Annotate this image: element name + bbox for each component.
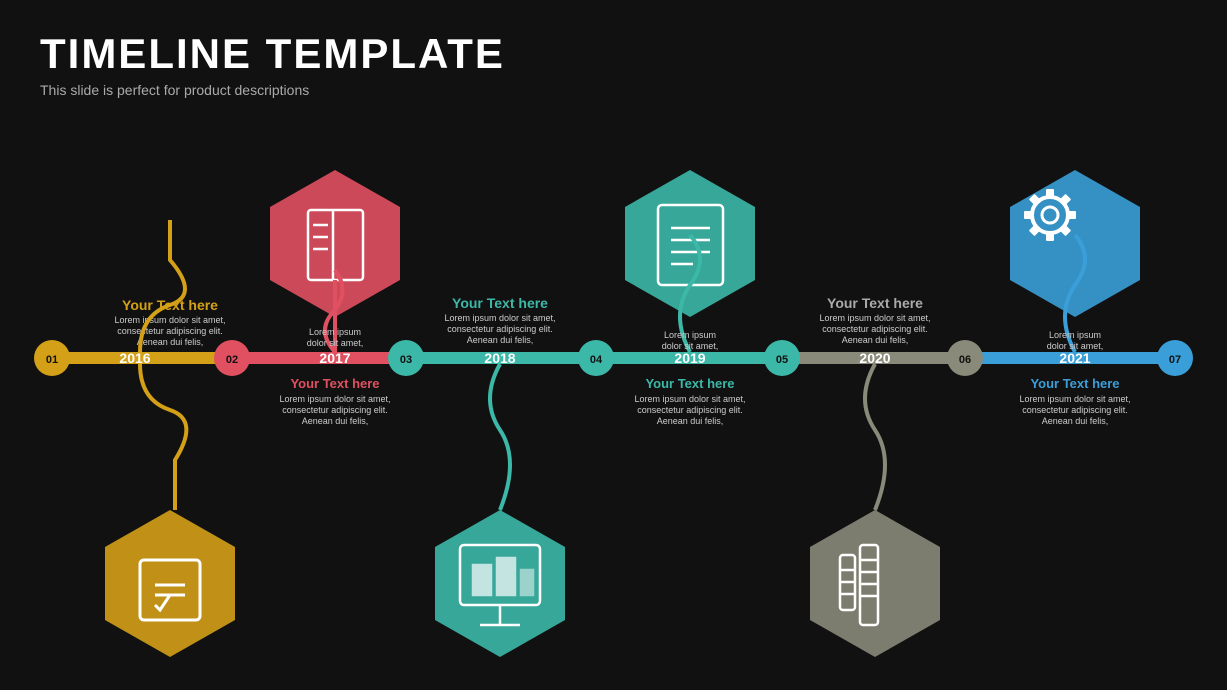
svg-text:Lorem ipsum dolor sit amet,: Lorem ipsum dolor sit amet, (819, 313, 930, 323)
timeline-svg: Your Text here Lorem ipsum dolor sit ame… (0, 140, 1227, 670)
svg-text:consectetur adipiscing elit.: consectetur adipiscing elit. (637, 405, 743, 415)
svg-text:Lorem ipsum dolor sit amet,: Lorem ipsum dolor sit amet, (444, 313, 555, 323)
svg-text:Aenean dui felis,: Aenean dui felis, (657, 416, 724, 426)
svg-text:Lorem ipsum: Lorem ipsum (664, 330, 716, 340)
svg-text:Aenean dui felis,: Aenean dui felis, (137, 337, 204, 347)
svg-text:Your Text here: Your Text here (1030, 376, 1119, 391)
svg-text:04: 04 (590, 354, 603, 366)
slide-subtitle: This slide is perfect for product descri… (40, 82, 505, 98)
svg-text:Your Text here: Your Text here (290, 376, 379, 391)
svg-text:Lorem ipsum: Lorem ipsum (1049, 330, 1101, 340)
svg-text:Lorem ipsum dolor sit amet,: Lorem ipsum dolor sit amet, (114, 315, 225, 325)
svg-text:consectetur adipiscing elit.: consectetur adipiscing elit. (117, 326, 223, 336)
svg-text:03: 03 (400, 354, 412, 366)
svg-text:01: 01 (46, 354, 58, 366)
header: TIMELINE TEMPLATE This slide is perfect … (40, 30, 505, 98)
svg-text:Your Text here: Your Text here (827, 295, 923, 311)
svg-text:Lorem ipsum: Lorem ipsum (309, 327, 361, 337)
svg-text:02: 02 (226, 354, 238, 366)
svg-text:Aenean dui felis,: Aenean dui felis, (302, 416, 369, 426)
svg-text:Aenean dui felis,: Aenean dui felis, (1042, 416, 1109, 426)
svg-text:2021: 2021 (1059, 350, 1090, 366)
slide-title: TIMELINE TEMPLATE (40, 30, 505, 78)
svg-text:consectetur adipiscing elit.: consectetur adipiscing elit. (447, 324, 553, 334)
svg-text:consectetur adipiscing elit.: consectetur adipiscing elit. (1022, 405, 1128, 415)
svg-text:2019: 2019 (674, 350, 705, 366)
svg-text:2017: 2017 (319, 350, 350, 366)
svg-text:Lorem ipsum dolor sit amet,: Lorem ipsum dolor sit amet, (634, 394, 745, 404)
svg-text:Lorem ipsum dolor sit amet,: Lorem ipsum dolor sit amet, (279, 394, 390, 404)
svg-text:consectetur adipiscing elit.: consectetur adipiscing elit. (822, 324, 928, 334)
svg-text:2016: 2016 (119, 350, 150, 366)
svg-text:Aenean dui felis,: Aenean dui felis, (842, 335, 909, 345)
svg-text:05: 05 (776, 354, 788, 366)
svg-text:07: 07 (1169, 354, 1181, 366)
slide: TIMELINE TEMPLATE This slide is perfect … (0, 0, 1227, 690)
svg-text:Lorem ipsum dolor sit amet,: Lorem ipsum dolor sit amet, (1019, 394, 1130, 404)
svg-text:Your Text here: Your Text here (452, 295, 548, 311)
svg-text:consectetur adipiscing elit.: consectetur adipiscing elit. (282, 405, 388, 415)
svg-text:dolor sit amet,: dolor sit amet, (307, 338, 364, 348)
svg-text:Your Text here: Your Text here (645, 376, 734, 391)
svg-text:Aenean dui felis,: Aenean dui felis, (467, 335, 534, 345)
svg-text:06: 06 (959, 354, 971, 366)
svg-text:2020: 2020 (859, 350, 890, 366)
svg-text:2018: 2018 (484, 350, 515, 366)
